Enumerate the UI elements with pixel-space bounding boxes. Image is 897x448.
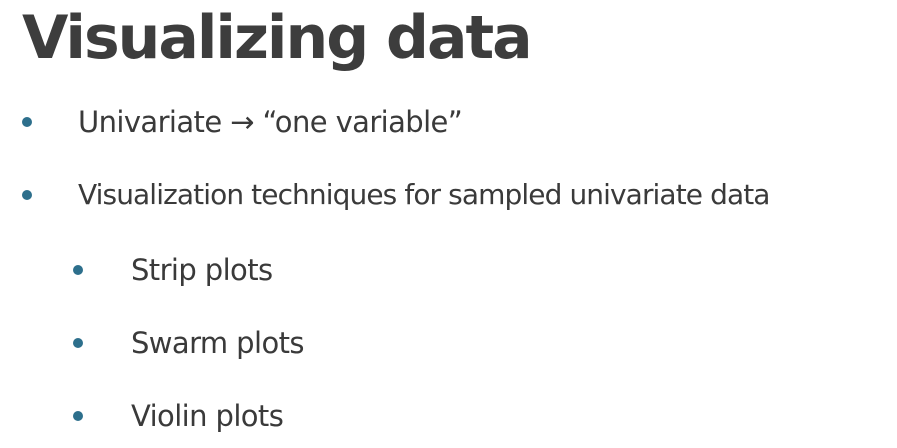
bullet-dot-icon xyxy=(73,411,83,421)
bullet-item: Univariate → “one variable” xyxy=(22,104,463,140)
bullet-dot-icon xyxy=(73,338,83,348)
bullet-dot-icon xyxy=(22,190,32,200)
bullet-dot-icon xyxy=(73,265,83,275)
bullet-text: Univariate → “one variable” xyxy=(78,105,463,139)
sub-bullet-text: Strip plots xyxy=(131,253,273,287)
sub-bullet-item: Violin plots xyxy=(73,398,284,434)
bullet-item: Visualization techniques for sampled uni… xyxy=(22,177,770,213)
bullet-dot-icon xyxy=(22,117,32,127)
sub-bullet-text: Violin plots xyxy=(131,399,284,433)
slide: Visualizing data Univariate → “one varia… xyxy=(0,0,897,448)
sub-bullet-item: Strip plots xyxy=(73,252,273,288)
sub-bullet-text: Swarm plots xyxy=(131,326,304,360)
sub-bullet-item: Swarm plots xyxy=(73,325,304,361)
slide-title: Visualizing data xyxy=(22,3,533,73)
bullet-text: Visualization techniques for sampled uni… xyxy=(78,178,770,211)
